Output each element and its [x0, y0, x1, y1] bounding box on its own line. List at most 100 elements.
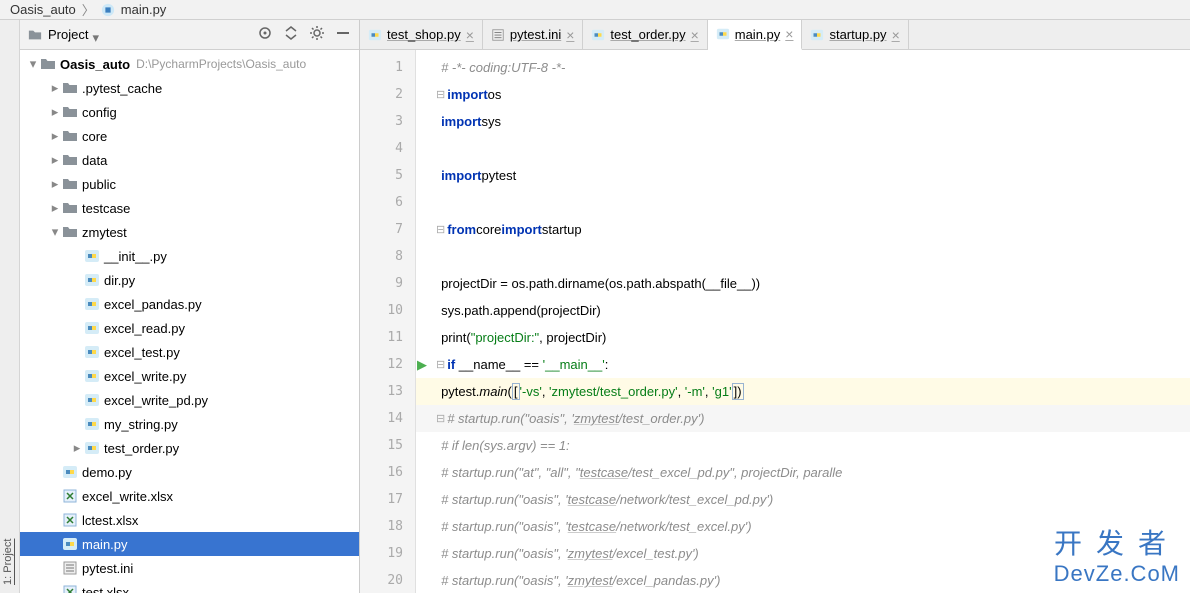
- gutter-line[interactable]: 18: [360, 513, 415, 540]
- expand-all-icon[interactable]: [283, 25, 299, 44]
- chevron-down-icon[interactable]: ▾: [48, 225, 62, 239]
- breadcrumb-file[interactable]: main.py: [121, 2, 167, 17]
- gear-icon[interactable]: [309, 25, 325, 44]
- chevron-right-icon[interactable]: ▸: [48, 105, 62, 119]
- gutter-line[interactable]: 9: [360, 270, 415, 297]
- editor-tab[interactable]: startup.py×: [802, 20, 908, 49]
- tree-row[interactable]: ▸data: [20, 148, 359, 172]
- gutter-line[interactable]: 2: [360, 81, 415, 108]
- gutter-line[interactable]: 7: [360, 216, 415, 243]
- close-icon[interactable]: ×: [466, 28, 474, 42]
- gutter-line[interactable]: 8: [360, 243, 415, 270]
- chevron-right-icon[interactable]: ▸: [48, 129, 62, 143]
- code-line[interactable]: import pytest: [416, 162, 1190, 189]
- code-line[interactable]: [416, 189, 1190, 216]
- editor-gutter[interactable]: 123456789101112▶1314151617181920: [360, 50, 416, 593]
- gutter-line[interactable]: 13: [360, 378, 415, 405]
- tree-row[interactable]: ▾zmytest: [20, 220, 359, 244]
- gutter-line[interactable]: 4: [360, 135, 415, 162]
- code-line[interactable]: import sys: [416, 108, 1190, 135]
- tree-row[interactable]: __init__.py: [20, 244, 359, 268]
- editor-tab[interactable]: pytest.ini×: [483, 20, 584, 49]
- chevron-right-icon[interactable]: ▸: [48, 153, 62, 167]
- tree-row[interactable]: main.py: [20, 532, 359, 556]
- fold-icon[interactable]: ⊟: [436, 88, 445, 101]
- gutter-line[interactable]: 12▶: [360, 351, 415, 378]
- editor-tab[interactable]: test_shop.py×: [360, 20, 483, 49]
- gutter-line[interactable]: 10: [360, 297, 415, 324]
- tree-row[interactable]: pytest.ini: [20, 556, 359, 580]
- project-tree[interactable]: ▾Oasis_autoD:\PycharmProjects\Oasis_auto…: [20, 50, 359, 593]
- chevron-right-icon[interactable]: ▸: [48, 177, 62, 191]
- gutter-line[interactable]: 11: [360, 324, 415, 351]
- chevron-right-icon[interactable]: ▸: [48, 81, 62, 95]
- code-line[interactable]: ⊟if __name__ == '__main__':: [416, 351, 1190, 378]
- chevron-down-icon[interactable]: ▾: [26, 57, 40, 71]
- code-line[interactable]: [416, 135, 1190, 162]
- code-line[interactable]: projectDir = os.path.dirname(os.path.abs…: [416, 270, 1190, 297]
- code-line[interactable]: print("projectDir:", projectDir): [416, 324, 1190, 351]
- gutter-line[interactable]: 16: [360, 459, 415, 486]
- close-icon[interactable]: ×: [566, 28, 574, 42]
- close-icon[interactable]: ×: [892, 28, 900, 42]
- project-view-title[interactable]: Project: [48, 27, 88, 42]
- code-line[interactable]: ⊟# startup.run("oasis", 'zmytest/test_or…: [416, 405, 1190, 432]
- tree-row[interactable]: ▾Oasis_autoD:\PycharmProjects\Oasis_auto: [20, 52, 359, 76]
- code-line[interactable]: # startup.run("oasis", 'zmytest/excel_pa…: [416, 567, 1190, 593]
- code-line[interactable]: [416, 243, 1190, 270]
- code-line[interactable]: ⊟from core import startup: [416, 216, 1190, 243]
- xls-icon: [62, 512, 78, 528]
- tree-row[interactable]: ▸.pytest_cache: [20, 76, 359, 100]
- close-icon[interactable]: ×: [785, 27, 793, 41]
- minimize-icon[interactable]: [335, 25, 351, 44]
- chevron-right-icon[interactable]: ▸: [48, 201, 62, 215]
- locate-icon[interactable]: [257, 25, 273, 44]
- code-area[interactable]: # -*- coding:UTF-8 -*-⊟import os import …: [416, 50, 1190, 593]
- gutter-line[interactable]: 14: [360, 405, 415, 432]
- tree-row[interactable]: test.xlsx: [20, 580, 359, 593]
- fold-icon[interactable]: ⊟: [436, 358, 445, 371]
- code-line[interactable]: # startup.run("at", "all", "testcase/tes…: [416, 459, 1190, 486]
- gutter-line[interactable]: 5: [360, 162, 415, 189]
- tree-row[interactable]: excel_test.py: [20, 340, 359, 364]
- tree-row[interactable]: my_string.py: [20, 412, 359, 436]
- gutter-line[interactable]: 1: [360, 54, 415, 81]
- gutter-line[interactable]: 15: [360, 432, 415, 459]
- code-line[interactable]: sys.path.append(projectDir): [416, 297, 1190, 324]
- chevron-down-icon[interactable]: ▾: [92, 30, 102, 40]
- project-tool-button[interactable]: 1: Project: [0, 20, 16, 593]
- tree-row[interactable]: demo.py: [20, 460, 359, 484]
- tree-row[interactable]: ▸public: [20, 172, 359, 196]
- tree-row[interactable]: excel_write.xlsx: [20, 484, 359, 508]
- code-line[interactable]: # startup.run("oasis", 'testcase/network…: [416, 486, 1190, 513]
- fold-icon[interactable]: ⊟: [436, 223, 445, 236]
- breadcrumb-root[interactable]: Oasis_auto: [10, 2, 76, 17]
- gutter-line[interactable]: 17: [360, 486, 415, 513]
- tree-row[interactable]: excel_pandas.py: [20, 292, 359, 316]
- chevron-right-icon[interactable]: ▸: [70, 441, 84, 455]
- tree-row[interactable]: excel_write.py: [20, 364, 359, 388]
- tree-row[interactable]: excel_read.py: [20, 316, 359, 340]
- code-line[interactable]: # startup.run("oasis", 'testcase/network…: [416, 513, 1190, 540]
- editor-tab[interactable]: main.py×: [708, 20, 803, 50]
- fold-icon[interactable]: ⊟: [436, 412, 445, 425]
- code-line[interactable]: ⊟import os: [416, 81, 1190, 108]
- close-icon[interactable]: ×: [691, 28, 699, 42]
- gutter-line[interactable]: 20: [360, 567, 415, 593]
- folder-root-icon: [40, 56, 56, 72]
- tree-row[interactable]: ▸core: [20, 124, 359, 148]
- code-line[interactable]: pytest.main(['-vs', 'zmytest/test_order.…: [416, 378, 1190, 405]
- tree-row[interactable]: dir.py: [20, 268, 359, 292]
- tree-row[interactable]: ▸testcase: [20, 196, 359, 220]
- editor-tab[interactable]: test_order.py×: [583, 20, 707, 49]
- tree-row[interactable]: ▸test_order.py: [20, 436, 359, 460]
- code-line[interactable]: # -*- coding:UTF-8 -*-: [416, 54, 1190, 81]
- code-line[interactable]: # if len(sys.argv) == 1:: [416, 432, 1190, 459]
- gutter-line[interactable]: 3: [360, 108, 415, 135]
- gutter-line[interactable]: 19: [360, 540, 415, 567]
- gutter-line[interactable]: 6: [360, 189, 415, 216]
- tree-row[interactable]: lctest.xlsx: [20, 508, 359, 532]
- tree-row[interactable]: ▸config: [20, 100, 359, 124]
- tree-row[interactable]: excel_write_pd.py: [20, 388, 359, 412]
- code-line[interactable]: # startup.run("oasis", 'zmytest/excel_te…: [416, 540, 1190, 567]
